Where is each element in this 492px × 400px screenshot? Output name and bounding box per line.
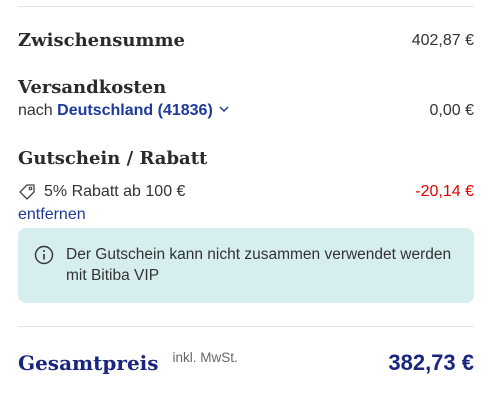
coupon-remove-row: entfernen [18, 206, 474, 224]
shipping-row: nach Deutschland (41836) 0,00 € [18, 102, 474, 120]
info-icon [34, 245, 54, 265]
total-value: 382,73 € [388, 350, 474, 375]
info-text: Der Gutschein kann nicht zusammen verwen… [66, 246, 452, 284]
shipping-label: Versandkosten [18, 77, 167, 98]
subtotal-row: Zwischensumme 402,87 € [18, 30, 474, 51]
shipping-heading-row: Versandkosten [18, 77, 474, 98]
total-divider [18, 326, 474, 327]
remove-coupon-link[interactable]: entfernen [18, 206, 86, 224]
coupon-value: -20,14 € [415, 183, 474, 200]
shipping-value: 0,00 € [429, 102, 474, 119]
total-label: Gesamtpreis [18, 351, 159, 375]
subtotal-label: Zwischensumme [18, 30, 185, 51]
shipping-prefix: nach [18, 102, 53, 119]
coupon-heading-row: Gutschein / Rabatt [18, 148, 474, 169]
shipping-destination-line: nach Deutschland (41836) [18, 102, 229, 120]
total-tax-note: inkl. MwSt. [172, 349, 238, 365]
coupon-label: Gutschein / Rabatt [18, 148, 208, 169]
subtotal-value: 402,87 € [411, 31, 474, 49]
coupon-row: 5% Rabatt ab 100 € -20,14 € [18, 183, 474, 201]
coupon-name: 5% Rabatt ab 100 € [44, 183, 186, 200]
coupon-name-line: 5% Rabatt ab 100 € [18, 183, 185, 201]
top-divider [18, 6, 474, 7]
coupon-info-box: Der Gutschein kann nicht zusammen verwen… [18, 228, 474, 303]
shipping-destination: Deutschland (41836) [57, 102, 213, 119]
total-row: Gesamtpreis inkl. MwSt. 382,73 € [18, 350, 474, 376]
chevron-down-icon [219, 106, 229, 113]
total-label-group: Gesamtpreis inkl. MwSt. [18, 349, 238, 376]
shipping-country-selector[interactable]: Deutschland (41836) [57, 102, 229, 120]
tag-icon [19, 184, 35, 200]
